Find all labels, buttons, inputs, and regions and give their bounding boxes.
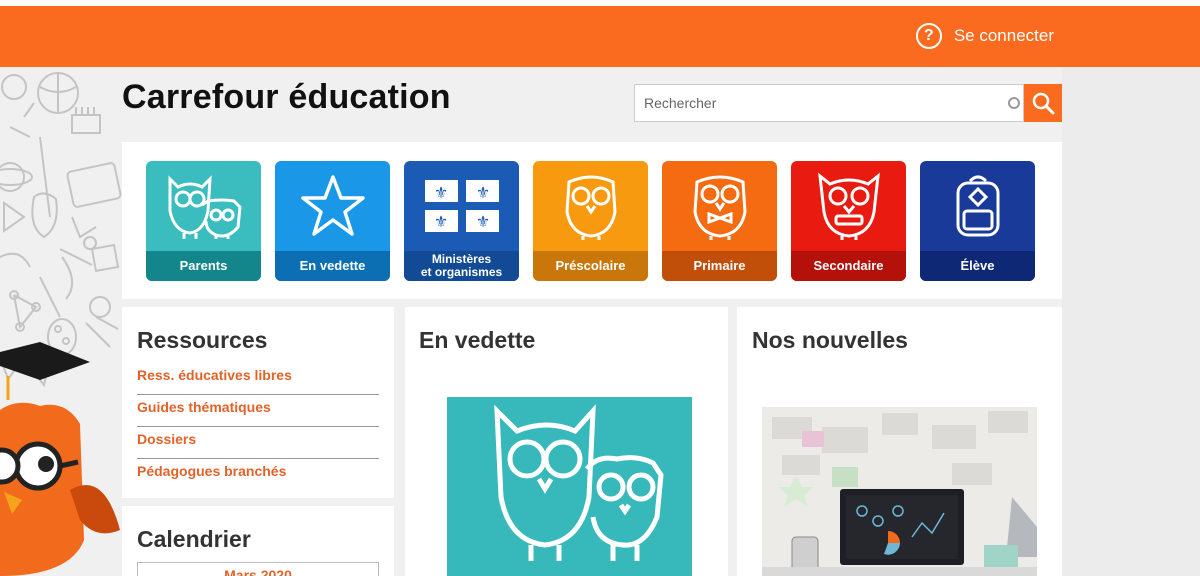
owl-bowtie-icon <box>692 175 747 240</box>
owl-pair-illustration <box>494 404 664 561</box>
featured-parents-image[interactable] <box>447 397 692 576</box>
news-photo-laptop[interactable] <box>762 407 1037 576</box>
top-header-bar: ? Se connecter <box>0 6 1200 67</box>
owl-baby-icon <box>564 175 617 240</box>
calendrier-title: Calendrier <box>137 526 251 552</box>
ressources-card: Ressources Ress. éducatives libres Guide… <box>122 307 394 498</box>
owl-pair-icon <box>168 175 242 239</box>
tile-ministeres-label-line2: et organismes <box>420 265 503 279</box>
right-gutter <box>1062 67 1200 576</box>
link-pedagogues-branches[interactable]: Pédagogues branchés <box>137 459 379 491</box>
link-dossiers[interactable]: Dossiers <box>137 427 379 459</box>
tile-parents[interactable]: Parents <box>146 161 261 281</box>
search-icon <box>1032 92 1055 115</box>
tile-ministeres[interactable]: ⚜ ⚜ ⚜ ⚜ Ministères et organismes <box>404 161 519 281</box>
quebec-flag-icon: ⚜ ⚜ ⚜ ⚜ <box>424 180 499 232</box>
link-guides-thematiques[interactable]: Guides thématiques <box>137 395 379 427</box>
tile-prescolaire[interactable]: Préscolaire <box>533 161 648 281</box>
star-icon <box>300 175 365 236</box>
tile-en-vedette[interactable]: En vedette <box>275 161 390 281</box>
tile-en-vedette-label: En vedette <box>275 251 390 281</box>
nos-nouvelles-card: Nos nouvelles <box>737 307 1062 576</box>
link-ress-educatives-libres[interactable]: Ress. éducatives libres <box>137 363 379 395</box>
search-input[interactable] <box>634 84 1024 122</box>
svg-text:⚜: ⚜ <box>475 183 489 202</box>
tile-parents-label: Parents <box>146 251 261 281</box>
site-title[interactable]: Carrefour éducation <box>122 78 451 117</box>
svg-text:⚜: ⚜ <box>433 212 447 231</box>
category-tiles-panel: Parents En vedette ⚜ ⚜ ⚜ ⚜ Ministères et… <box>122 142 1062 299</box>
tile-eleve[interactable]: Élève <box>920 161 1035 281</box>
owl-braces-icon <box>817 172 880 240</box>
tile-secondaire-label: Secondaire <box>791 251 906 281</box>
tile-prescolaire-label: Préscolaire <box>533 251 648 281</box>
tile-eleve-label: Élève <box>920 251 1035 281</box>
graduate-owl-mascot <box>0 342 120 576</box>
en-vedette-title: En vedette <box>419 327 536 353</box>
question-circle-icon[interactable]: ? <box>915 23 942 49</box>
calendar-month-label: Mars 2020 <box>224 567 292 576</box>
ressources-title: Ressources <box>137 327 268 353</box>
search-button[interactable] <box>1024 84 1062 122</box>
laptop-desk-photo <box>762 407 1037 576</box>
svg-text:⚜: ⚜ <box>433 183 447 202</box>
nos-nouvelles-title: Nos nouvelles <box>752 327 908 353</box>
search-bar <box>634 84 1062 122</box>
search-clear-icon[interactable] <box>1008 97 1020 109</box>
en-vedette-card: En vedette <box>405 307 728 576</box>
tile-secondaire[interactable]: Secondaire <box>791 161 906 281</box>
tile-primaire[interactable]: Primaire <box>662 161 777 281</box>
svg-text:⚜: ⚜ <box>475 212 489 231</box>
tile-ministeres-label: Ministères et organismes <box>404 251 519 281</box>
backpack-icon <box>956 175 999 237</box>
login-label: Se connecter <box>953 26 1054 45</box>
calendar-month-header[interactable]: Mars 2020 <box>137 562 379 576</box>
login-link[interactable]: ? Se connecter <box>915 23 1054 49</box>
calendrier-card: Calendrier Mars 2020 <box>122 506 394 576</box>
tile-primaire-label: Primaire <box>662 251 777 281</box>
